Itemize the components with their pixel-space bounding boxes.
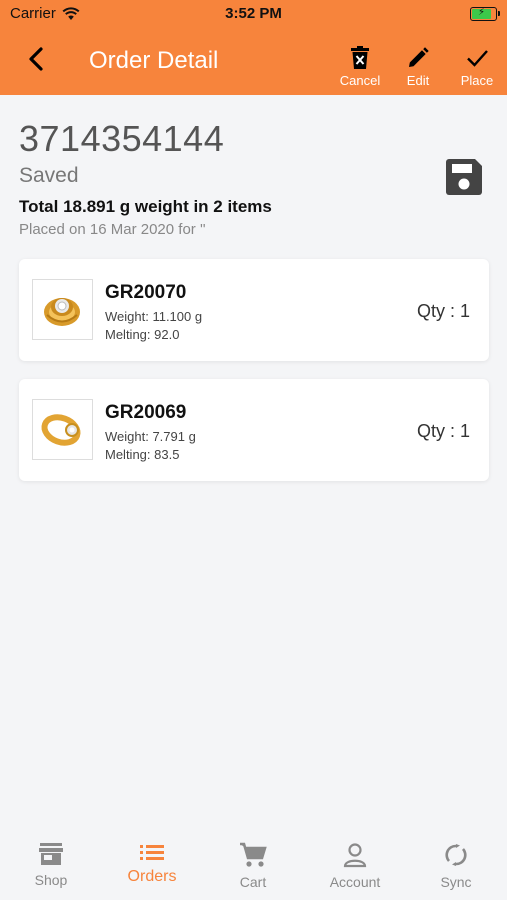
order-placed-date: Placed on 16 Mar 2020 for '' [19,221,206,238]
item-quantity: Qty : 1 [416,301,470,321]
tab-bar: Shop Orders Cart Account Sync [0,830,507,900]
item-quantity: Qty : 1 [416,421,470,441]
place-button[interactable]: Place [449,46,505,88]
order-total: Total 18.891 g weight in 2 items [19,197,272,216]
nav-bar: Order Detail Cancel Edit Place [0,28,507,95]
tab-shop-label: Shop [34,872,68,888]
shop-icon [39,843,63,865]
floppy-disk-icon [446,159,482,195]
status-bar: Carrier 3:52 PM ⚡ [0,0,507,28]
tab-account[interactable]: Account [315,842,395,890]
edit-label: Edit [406,73,430,88]
tab-sync-label: Sync [440,874,472,890]
place-label: Place [460,73,494,88]
tab-cart-label: Cart [239,874,267,890]
sync-icon [445,844,467,866]
check-icon [467,50,488,67]
pencil-icon [409,47,429,67]
cart-icon [240,842,267,867]
ring-icon [44,298,80,326]
item-code: GR20070 [105,282,187,303]
status-time: 3:52 PM [225,5,282,22]
order-status: Saved [19,164,79,187]
item-weight: Weight: 7.791 g [105,429,196,444]
list-icon [140,845,164,860]
cancel-button[interactable]: Cancel [332,46,388,88]
back-button[interactable] [22,44,52,74]
item-melting: Melting: 92.0 [105,327,180,342]
person-icon [343,843,367,868]
header: Carrier 3:52 PM ⚡ Order Detail Cancel Ed… [0,0,507,95]
tab-orders-label: Orders [127,868,177,885]
chevron-left-icon [29,47,43,71]
battery-icon: ⚡ [470,7,500,21]
tab-account-label: Account [329,874,381,890]
item-weight: Weight: 11.100 g [105,309,203,324]
tab-cart[interactable]: Cart [213,842,293,890]
delete-icon [351,46,369,69]
cancel-label: Cancel [339,73,381,88]
order-item-card[interactable]: GR20070 Weight: 11.100 g Melting: 92.0 Q… [19,259,489,361]
item-code: GR20069 [105,402,187,423]
item-image [32,279,93,340]
item-melting: Melting: 83.5 [105,447,180,462]
item-image [32,399,93,460]
tab-orders[interactable]: Orders [112,842,192,886]
order-item-card[interactable]: GR20069 Weight: 7.791 g Melting: 83.5 Qt… [19,379,489,481]
save-button[interactable] [444,157,484,197]
order-number: 3714354144 [19,118,225,159]
edit-button[interactable]: Edit [390,46,446,88]
ring-icon [41,414,81,446]
page-title: Order Detail [89,47,219,74]
tab-sync[interactable]: Sync [416,842,496,890]
tab-shop[interactable]: Shop [11,842,91,888]
